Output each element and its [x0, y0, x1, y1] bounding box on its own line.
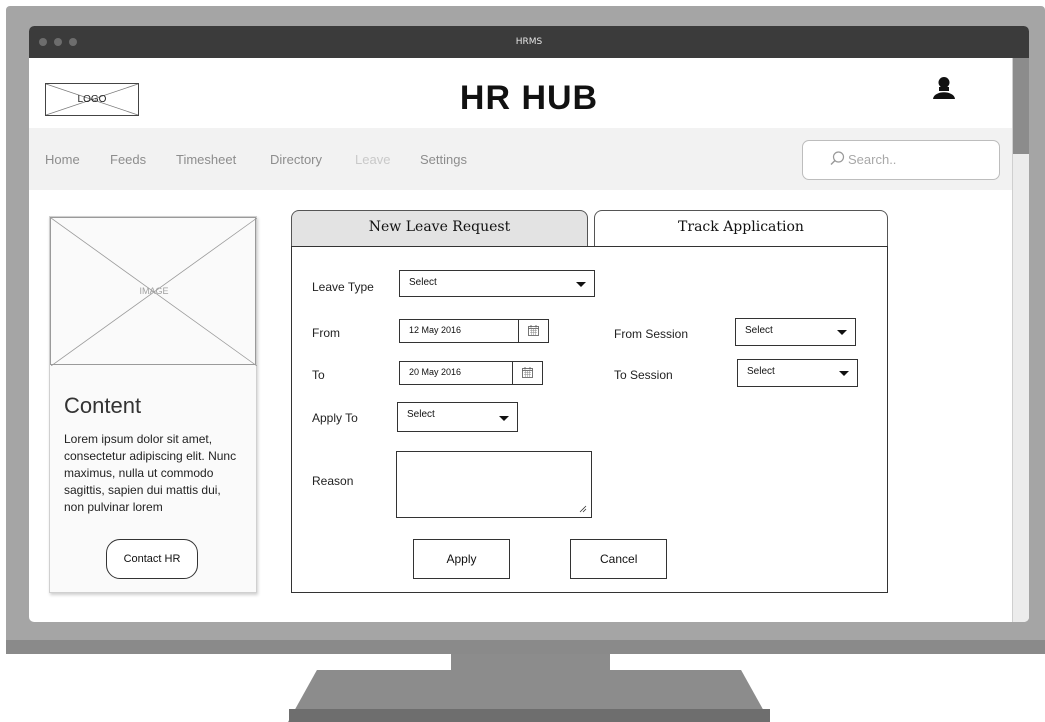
chevron-down-icon — [576, 282, 586, 287]
apply-to-select[interactable]: Select — [397, 402, 518, 432]
chevron-down-icon — [837, 330, 847, 335]
monitor-chin — [6, 640, 1045, 654]
reason-textarea[interactable] — [396, 451, 592, 518]
apply-to-label: Apply To — [312, 411, 358, 425]
nav-item-feeds[interactable]: Feeds — [110, 152, 146, 167]
from-calendar-button[interactable] — [518, 320, 548, 342]
app-header: LOGO HR HUB — [29, 58, 1013, 128]
user-icon[interactable] — [932, 76, 956, 100]
leave-type-select[interactable]: Select — [399, 270, 595, 297]
resize-handle-icon[interactable] — [579, 505, 587, 513]
card-image-placeholder: IMAGE — [50, 217, 257, 366]
nav-item-directory[interactable]: Directory — [270, 152, 322, 167]
nav-item-settings[interactable]: Settings — [420, 152, 467, 167]
from-date-field[interactable]: 12 May 2016 — [399, 319, 549, 343]
chevron-down-icon — [839, 371, 849, 376]
leave-type-label: Leave Type — [312, 280, 374, 294]
to-label: To — [312, 368, 325, 382]
from-date-value: 12 May 2016 — [409, 325, 462, 335]
to-calendar-button[interactable] — [512, 362, 542, 384]
leave-request-form: Leave Type Select From 12 May 2016 From … — [291, 246, 888, 593]
nav-item-home[interactable]: Home — [45, 152, 80, 167]
to-session-label: To Session — [614, 368, 673, 382]
cancel-button[interactable]: Cancel — [570, 539, 667, 579]
leave-type-value: Select — [409, 277, 437, 288]
window-title: HRMS — [515, 37, 543, 47]
search-placeholder: Search.. — [848, 152, 897, 167]
calendar-icon — [528, 325, 539, 336]
apply-button[interactable]: Apply — [413, 539, 510, 579]
main-nav: Home Feeds Timesheet Directory Leave Set… — [29, 128, 1013, 190]
from-session-label: From Session — [614, 327, 689, 341]
nav-item-timesheet[interactable]: Timesheet — [176, 152, 236, 167]
vertical-scrollbar[interactable] — [1012, 58, 1029, 622]
reason-label: Reason — [312, 474, 354, 488]
app-brand-title: HR HUB — [459, 79, 599, 117]
from-label: From — [312, 326, 340, 340]
to-date-field[interactable]: 20 May 2016 — [399, 361, 543, 385]
scrollbar-thumb[interactable] — [1013, 58, 1029, 154]
to-date-value: 20 May 2016 — [409, 367, 462, 377]
from-session-value: Select — [745, 325, 773, 336]
browser-window: HRMS LOGO HR HUB Home Feeds Timesheet Di… — [29, 26, 1029, 622]
nav-item-leave[interactable]: Leave — [355, 152, 390, 167]
tab-new-leave-request[interactable]: New Leave Request — [291, 210, 588, 246]
apply-to-value: Select — [407, 409, 435, 420]
contact-hr-button[interactable]: Contact HR — [106, 539, 198, 579]
search-icon — [830, 151, 845, 165]
calendar-icon — [522, 367, 533, 378]
to-session-value: Select — [747, 366, 775, 377]
card-heading: Content — [64, 393, 142, 418]
monitor-stand-shadow — [289, 709, 770, 722]
from-session-select[interactable]: Select — [735, 318, 856, 346]
card-image-label: IMAGE — [139, 286, 169, 296]
monitor-stand-neck — [451, 654, 610, 690]
chevron-down-icon — [499, 416, 509, 421]
card-body-text: Lorem ipsum dolor sit amet, consectetur … — [64, 432, 237, 514]
info-card: IMAGE Content Lorem ipsum dolor sit amet… — [49, 216, 257, 593]
search-input[interactable]: Search.. — [802, 140, 1000, 180]
window-titlebar: HRMS — [29, 26, 1029, 58]
tab-track-application[interactable]: Track Application — [594, 210, 888, 246]
to-session-select[interactable]: Select — [737, 359, 858, 387]
